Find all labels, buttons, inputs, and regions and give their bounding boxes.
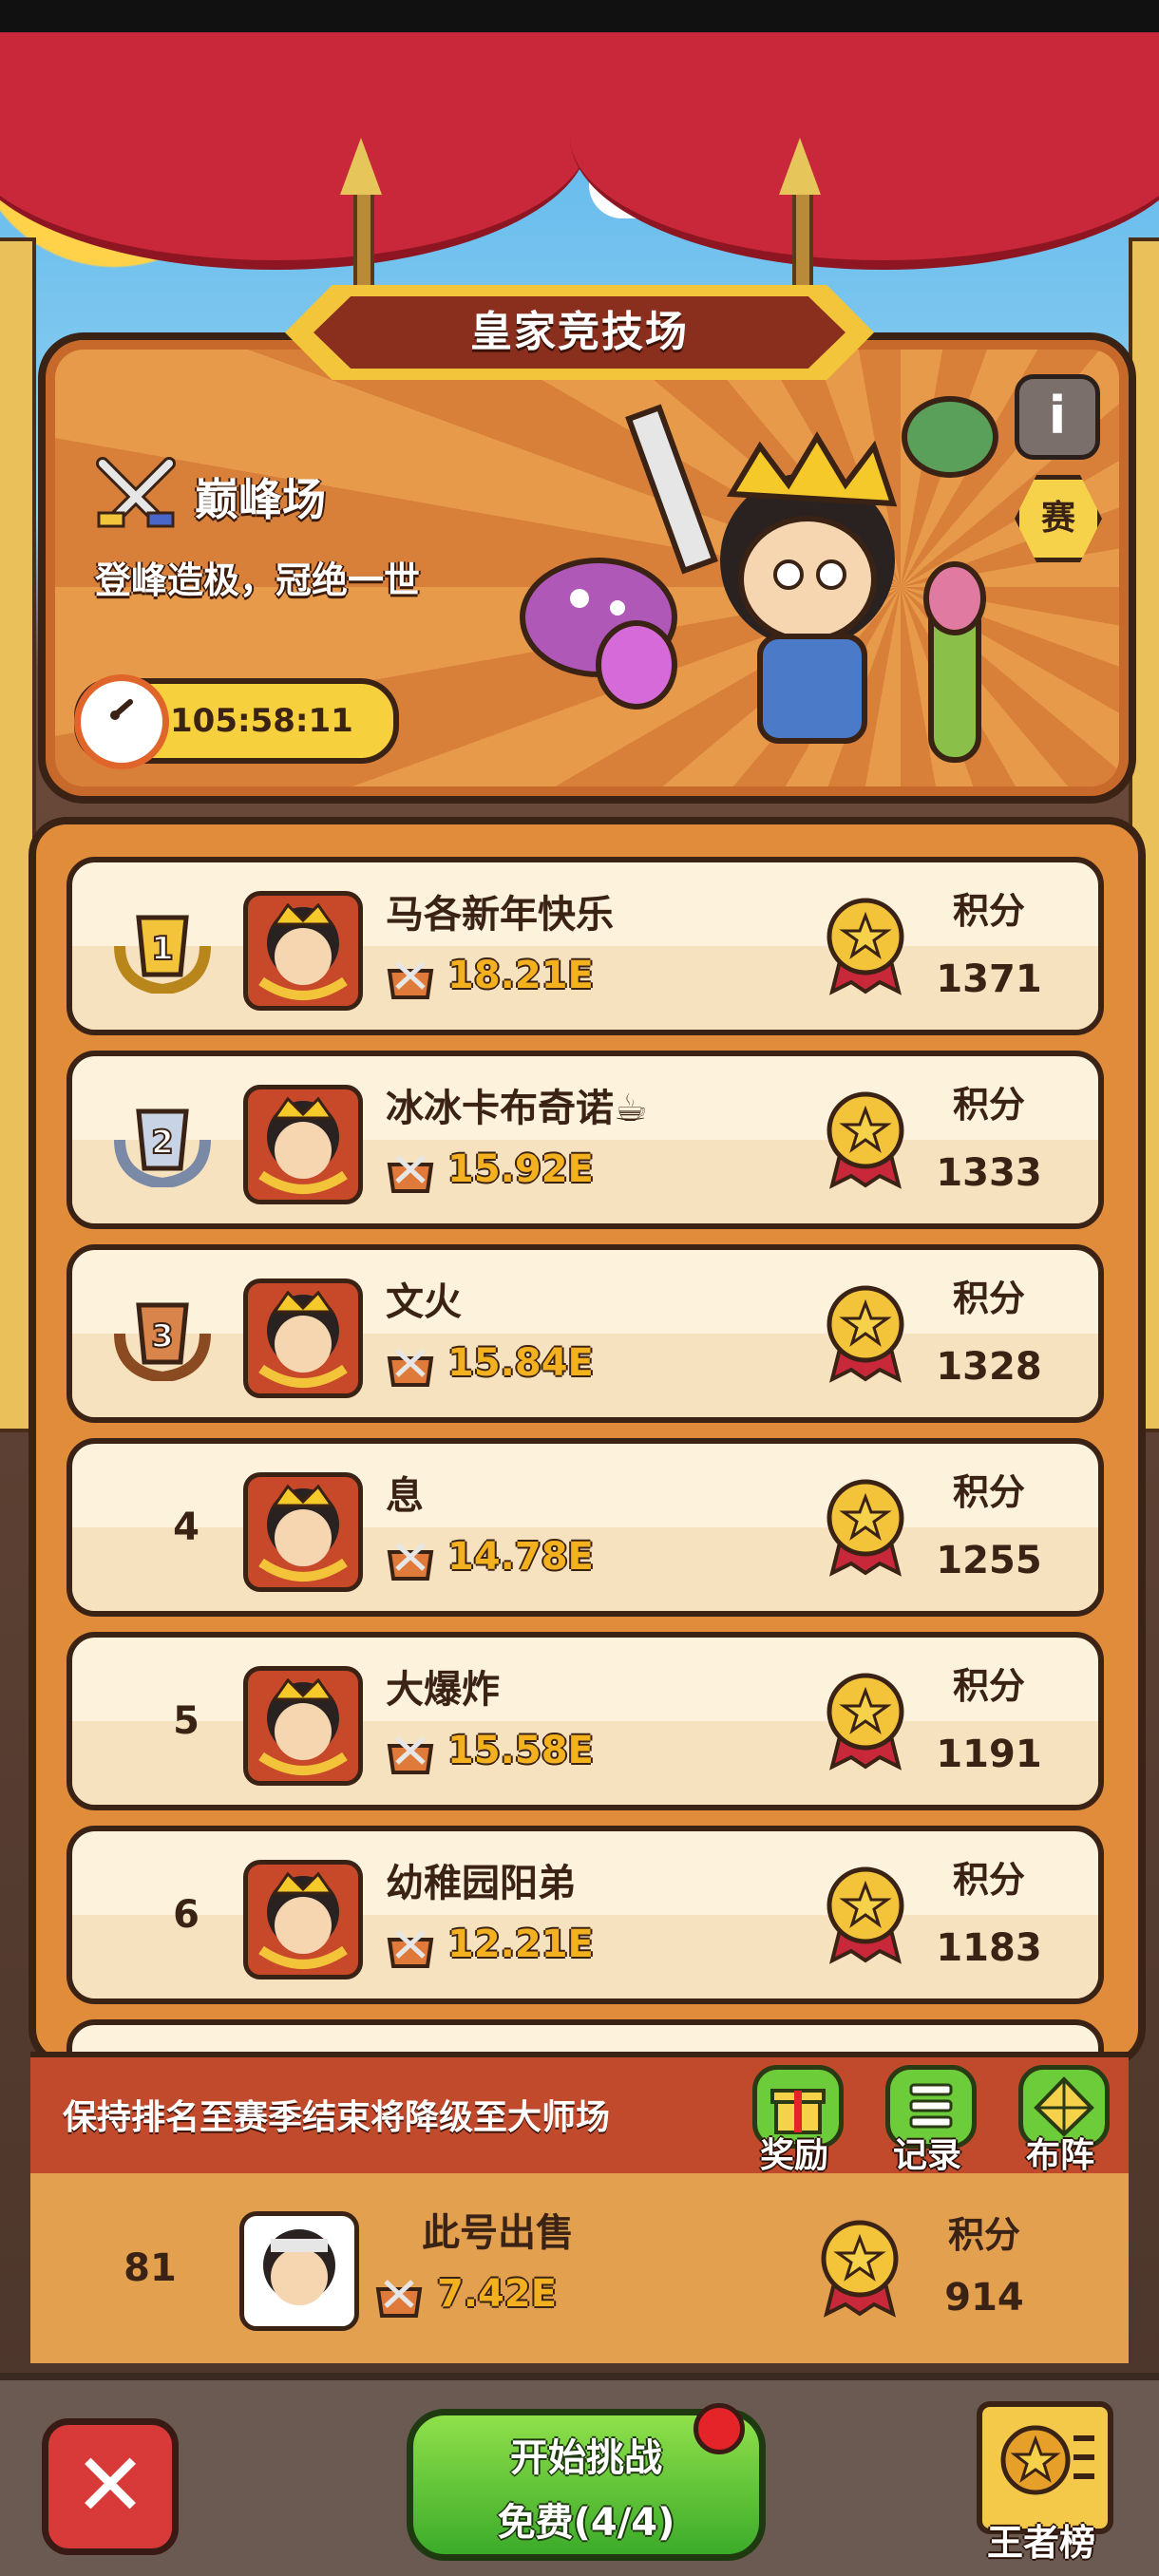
stopwatch-icon [74, 674, 169, 769]
score-medal-icon [826, 1673, 904, 1771]
score-medal-icon [826, 898, 904, 995]
ranking-row[interactable]: 3 文火 15.84E 积分 1328 [66, 1244, 1104, 1423]
my-score-label: 积分 [947, 2214, 1020, 2256]
player-power: 14.78E [447, 1535, 594, 1579]
power-icon [387, 1736, 434, 1774]
player-score: 1191 [936, 1733, 1042, 1776]
king-leaderboard-label: 王者榜 [986, 2522, 1095, 2564]
player-score: 1183 [936, 1926, 1042, 1970]
bottom-bar: ✕ 开始挑战 免费(4/4) 王者榜 [0, 2373, 1159, 2576]
rank-number: 6 [173, 1893, 200, 1937]
rank-number: 1 [151, 930, 174, 968]
score-label: 积分 [952, 1859, 1025, 1901]
player-avatar [243, 1472, 363, 1592]
score-label: 积分 [952, 1278, 1025, 1319]
record-button[interactable]: 记录 [878, 2065, 977, 2175]
hero-character-illustration [520, 396, 998, 763]
ranking-row[interactable]: 4 息 14.78E 积分 1255 [66, 1438, 1104, 1617]
player-avatar [243, 1085, 363, 1204]
curtain-right [570, 32, 1159, 270]
score-label: 积分 [952, 890, 1025, 932]
score-label: 积分 [952, 1084, 1025, 1126]
my-name: 此号出售 [422, 2211, 574, 2255]
score-label: 积分 [952, 1665, 1025, 1707]
my-score: 914 [944, 2276, 1024, 2320]
league-name: 巅峰场 [195, 474, 326, 525]
curtain-left [0, 32, 589, 270]
player-avatar [243, 1666, 363, 1786]
formation-button[interactable]: 布阵 [1011, 2065, 1110, 2175]
score-label: 积分 [952, 1471, 1025, 1513]
player-name: 大爆炸 [386, 1668, 500, 1712]
my-power: 7.42E [437, 2272, 558, 2316]
player-avatar [243, 1860, 363, 1979]
score-medal-icon [826, 1479, 904, 1577]
player-power: 18.21E [447, 954, 594, 997]
ranking-row[interactable]: 6 幼稚园阳弟 12.21E 积分 1183 [66, 1826, 1104, 2004]
page-title: 皇家竞技场 [470, 308, 689, 356]
rank-number: 4 [173, 1506, 200, 1549]
power-icon [387, 1155, 434, 1193]
player-power: 15.58E [447, 1729, 594, 1772]
title-banner: 皇家竞技场 [285, 285, 874, 380]
notice-bar: 保持排名至赛季结束将降级至大师场 奖励 记录 布阵 [30, 2052, 1129, 2185]
power-icon [387, 961, 434, 999]
arena-screen: 皇家竞技场 i 赛 巅峰场 登峰造极，冠绝一世 105:58:11 1 马各新年… [0, 0, 1159, 2576]
info-button[interactable]: i [1015, 374, 1100, 460]
score-medal-icon [826, 1285, 904, 1383]
player-name: 马各新年快乐 [386, 893, 614, 937]
player-power: 12.21E [447, 1923, 594, 1966]
score-medal-icon [826, 1091, 904, 1189]
notification-dot [694, 2403, 745, 2454]
formation-label: 布阵 [1025, 2136, 1094, 2175]
timer-text: 105:58:11 [170, 702, 353, 740]
ranking-row[interactable]: 5 大爆炸 15.58E 积分 1191 [66, 1632, 1104, 1810]
player-name: 幼稚园阳弟 [386, 1862, 576, 1905]
score-medal-icon [821, 2220, 899, 2318]
player-power: 15.92E [447, 1147, 594, 1191]
rank-medal-icon: 1 [114, 915, 211, 994]
pole-tip [779, 138, 821, 195]
player-score: 1371 [936, 957, 1042, 1001]
rank-medal-icon: 3 [114, 1302, 211, 1381]
power-icon [387, 1543, 434, 1581]
player-name: 文火 [386, 1280, 462, 1324]
reward-button[interactable]: 奖励 [745, 2065, 844, 2175]
my-rank: 81 [124, 2246, 177, 2290]
player-score: 1255 [936, 1539, 1042, 1582]
ranking-row[interactable]: 1 马各新年快乐 18.21E 积分 1371 [66, 857, 1104, 1035]
season-timer: 105:58:11 [74, 674, 399, 769]
player-name: 息 [386, 1474, 424, 1518]
my-avatar [239, 2211, 359, 2331]
player-score: 1333 [936, 1151, 1042, 1195]
my-rank-row[interactable]: 81 此号出售 7.42E 积分 914 [30, 2173, 1129, 2363]
close-button[interactable]: ✕ [42, 2418, 179, 2555]
rank-number: 2 [151, 1124, 174, 1162]
power-icon [375, 2280, 423, 2318]
player-power: 15.84E [447, 1341, 594, 1385]
player-score: 1328 [936, 1345, 1042, 1389]
king-leaderboard-button[interactable]: 王者榜 [965, 2401, 1117, 2564]
player-avatar [243, 891, 363, 1011]
reward-label: 奖励 [759, 2136, 828, 2175]
demotion-notice: 保持排名至赛季结束将降级至大师场 [63, 2098, 611, 2137]
ranking-row[interactable]: 2 冰冰卡布奇诺☕ 15.92E 积分 1333 [66, 1051, 1104, 1229]
record-label: 记录 [892, 2136, 961, 2175]
player-avatar [243, 1279, 363, 1398]
pole-tip [340, 138, 382, 195]
player-name: 冰冰卡布奇诺☕ [386, 1087, 648, 1130]
rank-number: 5 [173, 1699, 200, 1743]
rank-medal-icon: 2 [114, 1108, 211, 1187]
rank-number: 3 [151, 1317, 174, 1355]
crossed-swords-icon [96, 457, 176, 528]
power-icon [387, 1349, 434, 1387]
free-count-label: 免费(4/4) [497, 2501, 675, 2545]
status-bar [0, 0, 1159, 32]
league-motto: 登峰造极，冠绝一世 [95, 559, 421, 601]
score-medal-icon [826, 1866, 904, 1964]
power-icon [387, 1930, 434, 1968]
